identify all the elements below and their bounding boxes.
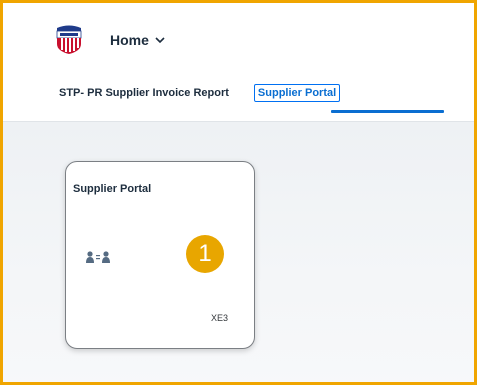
supplier-portal-tile[interactable]: Supplier Portal XE3: [65, 161, 255, 349]
home-menu-label: Home: [110, 32, 149, 48]
tile-title: Supplier Portal: [73, 183, 152, 195]
space-tab-bar: STP- PR Supplier Invoice Report Supplier…: [59, 81, 341, 105]
tab-supplier-portal[interactable]: Supplier Portal: [253, 84, 341, 102]
chevron-down-icon: [155, 37, 165, 44]
supplier-exchange-icon: [86, 251, 110, 263]
home-menu-button[interactable]: Home: [110, 30, 165, 50]
tab-stp-pr-supplier-invoice-report[interactable]: STP- PR Supplier Invoice Report: [59, 87, 229, 99]
selected-tab-indicator: [331, 110, 444, 113]
tile-footer-label: XE3: [210, 313, 228, 323]
step-callout-badge: 1: [186, 235, 224, 273]
shell-header: Home STP- PR Supplier Invoice Report Sup…: [3, 3, 474, 121]
screenshot-frame: Home STP- PR Supplier Invoice Report Sup…: [0, 0, 477, 385]
union-pacific-shield-icon[interactable]: [56, 24, 82, 54]
